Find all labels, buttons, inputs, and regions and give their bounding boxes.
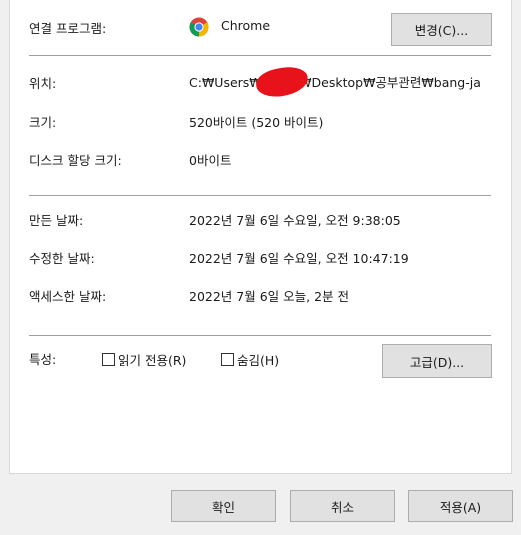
separator xyxy=(29,195,491,196)
size-on-disk-label: 디스크 할당 크기: xyxy=(29,153,122,168)
checkbox-box[interactable] xyxy=(221,353,234,366)
apply-button[interactable]: 적용(A) xyxy=(408,490,513,522)
advanced-button[interactable]: 고급(D)... xyxy=(382,344,492,378)
accessed-label: 액세스한 날짜: xyxy=(29,289,107,304)
size-on-disk-value: 0바이트 xyxy=(189,153,232,168)
location-label: 위치: xyxy=(29,76,57,91)
created-value: 2022년 7월 6일 수요일, 오전 9:38:05 xyxy=(189,213,401,228)
chrome-icon xyxy=(189,17,209,37)
ok-button[interactable]: 확인 xyxy=(171,490,276,522)
accessed-value: 2022년 7월 6일 오늘, 2분 전 xyxy=(189,289,350,304)
readonly-label: 읽기 전용(R) xyxy=(118,353,187,368)
size-value: 520바이트 (520 바이트) xyxy=(189,115,324,130)
hidden-checkbox[interactable]: 숨김(H) xyxy=(221,350,279,369)
separator xyxy=(29,335,491,336)
separator xyxy=(29,55,491,56)
change-button[interactable]: 변경(C)... xyxy=(391,13,492,46)
hidden-label: 숨김(H) xyxy=(237,353,280,368)
attributes-label: 특성: xyxy=(29,352,57,367)
size-label: 크기: xyxy=(29,115,57,130)
cancel-button[interactable]: 취소 xyxy=(290,490,395,522)
created-label: 만든 날짜: xyxy=(29,213,84,228)
opens-with-label: 연결 프로그램: xyxy=(29,21,107,36)
readonly-checkbox[interactable]: 읽기 전용(R) xyxy=(102,350,186,369)
modified-value: 2022년 7월 6일 수요일, 오전 10:47:19 xyxy=(189,251,409,266)
modified-label: 수정한 날짜: xyxy=(29,251,95,266)
checkbox-box[interactable] xyxy=(102,353,115,366)
location-value: C:₩Users₩ ₩Desktop₩공부관련₩bang-ja xyxy=(189,75,481,90)
opens-with-app-name: Chrome xyxy=(221,18,271,33)
